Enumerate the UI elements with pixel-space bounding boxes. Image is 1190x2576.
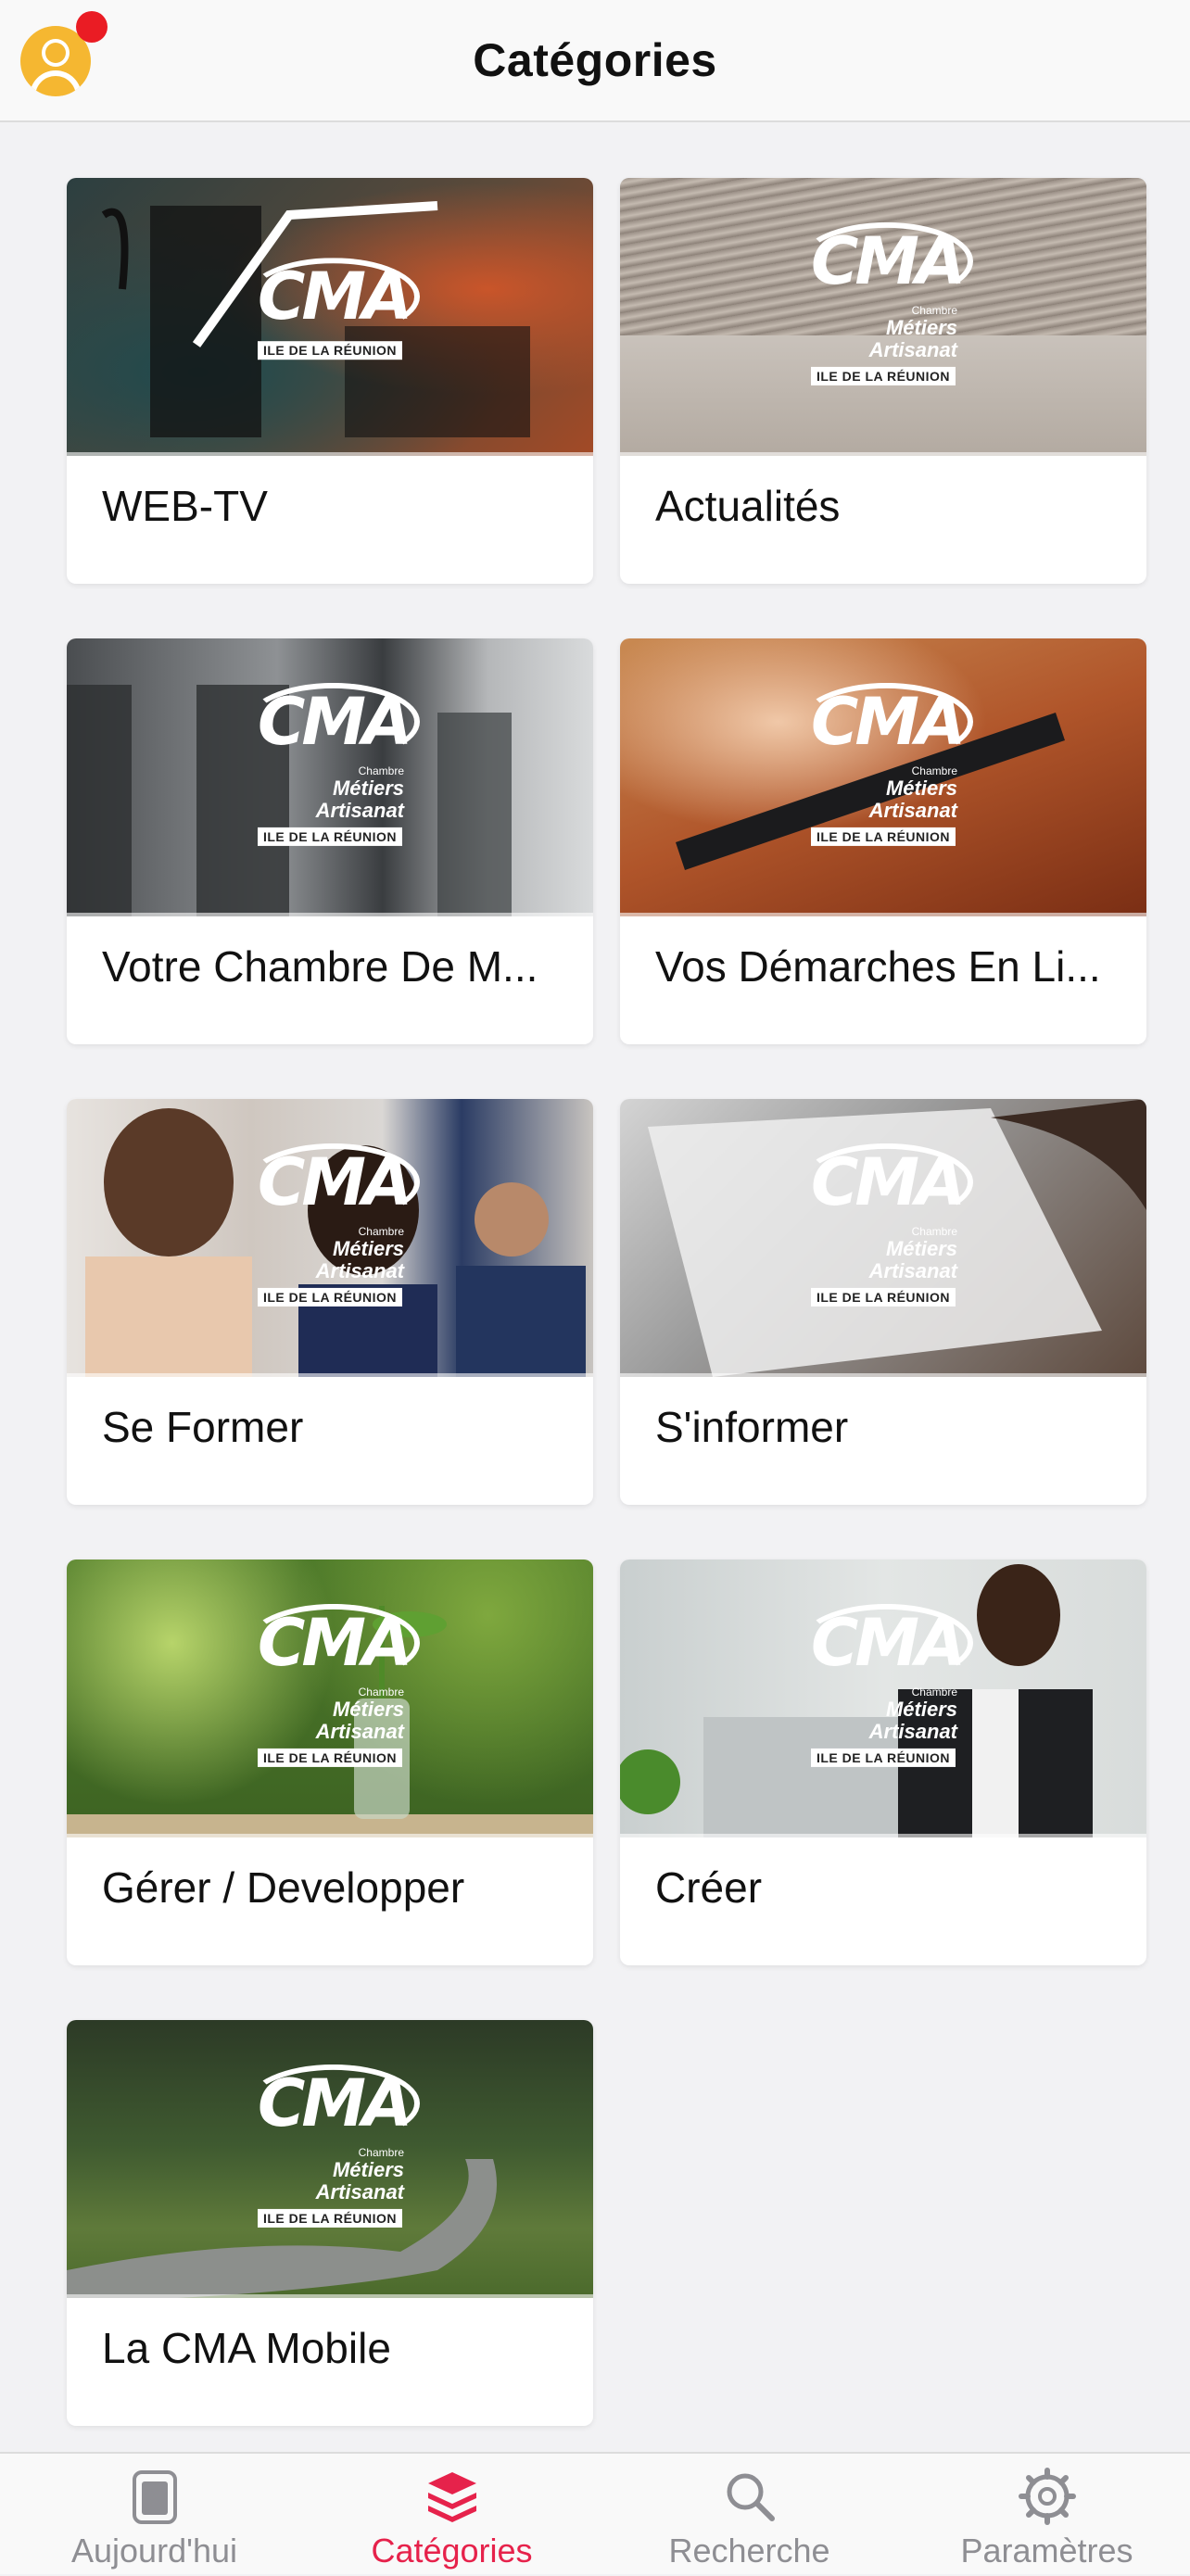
gear-icon (1018, 2468, 1076, 2525)
category-label: WEB-TV (102, 482, 268, 530)
category-card-votre-chambre[interactable]: CMA Chambre Métiers Artisanat ILE DE LA … (67, 638, 593, 1044)
tab-parametres[interactable]: Paramètres (898, 2454, 1190, 2576)
category-image-creer: CMA Chambre Métiers Artisanat ILE DE LA … (620, 1559, 1146, 1837)
tab-bar: Aujourd'hui Catégories Recherche Paramèt… (0, 2452, 1190, 2574)
tab-aujourdhui[interactable]: Aujourd'hui (6, 2454, 303, 2576)
category-image-gerer-developper: CMA Chambre Métiers Artisanat ILE DE LA … (67, 1559, 593, 1837)
category-card-web-tv[interactable]: CMA ILE DE LA RÉUNION WEB-TV (67, 178, 593, 584)
logo-badge: ILE DE LA RÉUNION (257, 827, 403, 846)
category-label: Créer (655, 1863, 763, 1912)
category-image-web-tv: CMA ILE DE LA RÉUNION (67, 178, 593, 456)
cma-logo-mark: CMA (247, 682, 421, 761)
category-card-creer[interactable]: CMA Chambre Métiers Artisanat ILE DE LA … (620, 1559, 1146, 1965)
cma-logo-mark: CMA (247, 258, 421, 336)
cma-logo-mark: CMA (247, 1603, 421, 1682)
category-image-votre-chambre: CMA Chambre Métiers Artisanat ILE DE LA … (67, 638, 593, 916)
category-card-vos-demarches[interactable]: CMA Chambre Métiers Artisanat ILE DE LA … (620, 638, 1146, 1044)
category-card-gerer-developper[interactable]: CMA Chambre Métiers Artisanat ILE DE LA … (67, 1559, 593, 1965)
category-card-cma-mobile[interactable]: CMA Chambre Métiers Artisanat ILE DE LA … (67, 2020, 593, 2426)
search-icon (727, 2473, 775, 2521)
cma-logo-mark: CMA (800, 221, 974, 300)
logo-badge: ILE DE LA RÉUNION (257, 1748, 403, 1767)
logo-badge: ILE DE LA RÉUNION (810, 366, 956, 385)
category-card-actualites[interactable]: CMA Chambre Métiers Artisanat ILE DE LA … (620, 178, 1146, 584)
logo-badge: ILE DE LA RÉUNION (810, 827, 956, 846)
logo-badge: ILE DE LA RÉUNION (257, 1287, 403, 1307)
tab-categories[interactable]: Catégories (303, 2454, 601, 2576)
page-title: Catégories (473, 34, 717, 86)
category-label: Actualités (655, 482, 841, 530)
category-image-se-former: CMA Chambre Métiers Artisanat ILE DE LA … (67, 1099, 593, 1377)
cma-logo-mark: CMA (247, 2064, 421, 2142)
category-label: Gérer / Developper (102, 1863, 465, 1912)
cma-logo-mark: CMA (800, 1143, 974, 1221)
tab-recherche[interactable]: Recherche (601, 2454, 898, 2576)
logo-badge: ILE DE LA RÉUNION (810, 1287, 956, 1307)
category-label: Vos Démarches En Li... (655, 942, 1101, 991)
cma-logo-mark: CMA (800, 1603, 974, 1682)
category-label: La CMA Mobile (102, 2324, 391, 2372)
layers-icon (427, 2472, 476, 2522)
cma-logo-mark: CMA (247, 1143, 421, 1221)
category-label: S'informer (655, 1403, 849, 1451)
category-label: Votre Chambre De M... (102, 942, 538, 991)
category-image-actualites: CMA Chambre Métiers Artisanat ILE DE LA … (620, 178, 1146, 456)
today-card-icon (132, 2470, 177, 2524)
category-image-s-informer: CMA Chambre Métiers Artisanat ILE DE LA … (620, 1099, 1146, 1377)
category-card-se-former[interactable]: CMA Chambre Métiers Artisanat ILE DE LA … (67, 1099, 593, 1505)
logo-badge: ILE DE LA RÉUNION (257, 341, 403, 360)
category-card-s-informer[interactable]: CMA Chambre Métiers Artisanat ILE DE LA … (620, 1099, 1146, 1505)
logo-badge: ILE DE LA RÉUNION (810, 1748, 956, 1767)
logo-badge: ILE DE LA RÉUNION (257, 2208, 403, 2228)
category-image-cma-mobile: CMA Chambre Métiers Artisanat ILE DE LA … (67, 2020, 593, 2298)
category-label: Se Former (102, 1403, 304, 1451)
cma-logo-mark: CMA (800, 682, 974, 761)
navigation-header: Catégories (0, 0, 1190, 122)
category-image-vos-demarches: CMA Chambre Métiers Artisanat ILE DE LA … (620, 638, 1146, 916)
